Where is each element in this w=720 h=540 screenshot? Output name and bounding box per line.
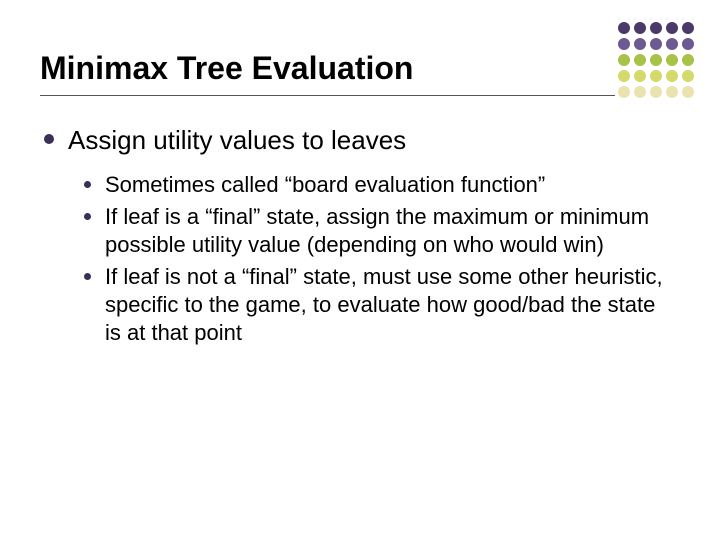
title-block: Minimax Tree Evaluation bbox=[40, 50, 680, 96]
decor-dot bbox=[634, 86, 646, 98]
decor-dot bbox=[682, 54, 694, 66]
decor-dot bbox=[634, 22, 646, 34]
bullet-level2-text: Sometimes called “board evaluation funct… bbox=[105, 171, 545, 199]
decor-dot bbox=[634, 54, 646, 66]
decor-dot bbox=[682, 38, 694, 50]
decor-dot bbox=[650, 54, 662, 66]
bullet-level2-text: If leaf is not a “final” state, must use… bbox=[105, 263, 665, 347]
bullet-level1-text: Assign utility values to leaves bbox=[68, 124, 406, 157]
decor-dot bbox=[618, 70, 630, 82]
decor-dot bbox=[650, 22, 662, 34]
decor-dot bbox=[650, 86, 662, 98]
decor-dot bbox=[666, 86, 678, 98]
decor-dot bbox=[666, 38, 678, 50]
decor-dot bbox=[666, 54, 678, 66]
bullet-level2-text: If leaf is a “final” state, assign the m… bbox=[105, 203, 665, 259]
bullet-level2-list: Sometimes called “board evaluation funct… bbox=[40, 157, 680, 348]
slide-title: Minimax Tree Evaluation bbox=[40, 50, 680, 93]
decor-dot bbox=[682, 70, 694, 82]
slide-body: Assign utility values to leaves Sometime… bbox=[40, 96, 680, 347]
bullet-icon bbox=[84, 213, 91, 220]
decor-dot bbox=[682, 86, 694, 98]
corner-dot-grid bbox=[618, 22, 694, 98]
decor-dot bbox=[618, 22, 630, 34]
bullet-icon bbox=[44, 134, 54, 144]
bullet-level2: If leaf is not a “final” state, must use… bbox=[84, 263, 680, 347]
bullet-level2: If leaf is a “final” state, assign the m… bbox=[84, 203, 680, 259]
bullet-level2: Sometimes called “board evaluation funct… bbox=[84, 171, 680, 199]
decor-dot bbox=[650, 38, 662, 50]
title-underline bbox=[40, 95, 615, 96]
bullet-icon bbox=[84, 273, 91, 280]
bullet-icon bbox=[84, 181, 91, 188]
bullet-level1: Assign utility values to leaves bbox=[40, 124, 680, 157]
decor-dot bbox=[650, 70, 662, 82]
decor-dot bbox=[666, 70, 678, 82]
decor-dot bbox=[618, 54, 630, 66]
decor-dot bbox=[666, 22, 678, 34]
decor-dot bbox=[634, 38, 646, 50]
decor-dot bbox=[634, 70, 646, 82]
decor-dot bbox=[682, 22, 694, 34]
slide: Minimax Tree Evaluation Assign utility v… bbox=[0, 0, 720, 540]
decor-dot bbox=[618, 38, 630, 50]
decor-dot bbox=[618, 86, 630, 98]
